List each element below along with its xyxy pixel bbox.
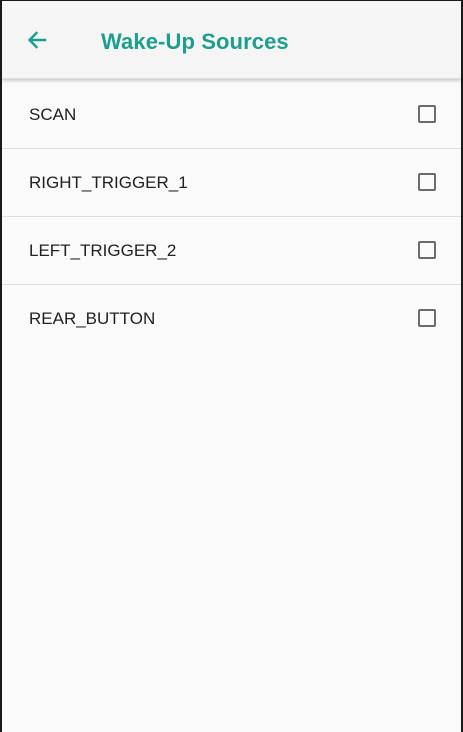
list-item-label: RIGHT_TRIGGER_1 [29,173,188,192]
back-button[interactable] [20,23,54,57]
screen: Wake-Up Sources SCAN RIGHT_TRIGGER_1 LEF… [0,0,463,732]
rear-button-checkbox[interactable] [418,309,436,327]
left-trigger-2-checkbox[interactable] [418,241,436,259]
right-trigger-1-checkbox[interactable] [418,173,436,191]
list-item-right-trigger-1[interactable]: RIGHT_TRIGGER_1 [2,149,461,217]
list-item-scan[interactable]: SCAN [2,81,461,149]
scan-checkbox[interactable] [418,105,436,123]
list-item-left-trigger-2[interactable]: LEFT_TRIGGER_2 [2,217,461,285]
app-bar: Wake-Up Sources [2,1,461,79]
list-item-label: SCAN [29,105,77,124]
list-item-label: LEFT_TRIGGER_2 [29,241,177,260]
list-item-rear-button[interactable]: REAR_BUTTON [2,285,461,353]
wake-up-source-list: SCAN RIGHT_TRIGGER_1 LEFT_TRIGGER_2 REAR… [2,81,461,353]
page-title: Wake-Up Sources [101,29,289,54]
arrow-left-icon [27,31,47,49]
list-item-label: REAR_BUTTON [29,309,156,328]
